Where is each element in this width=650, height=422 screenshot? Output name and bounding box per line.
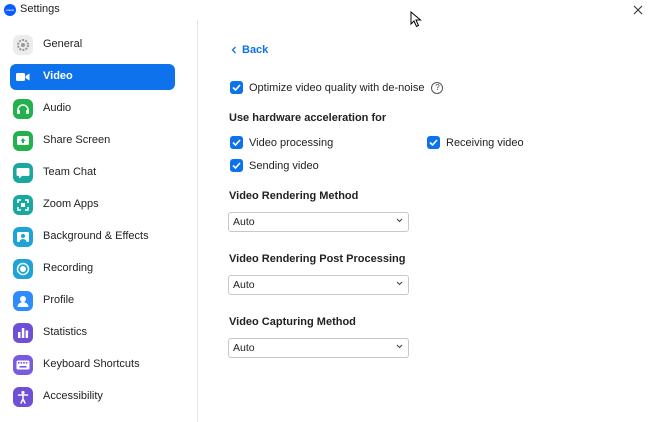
denoise-label: Optimize video quality with de-noise: [249, 81, 425, 94]
keyboard-icon: [13, 355, 33, 375]
sidebar-item-label: Recording: [43, 262, 94, 274]
sidebar-item-label: Statistics: [43, 326, 88, 338]
sidebar-item-label: Team Chat: [43, 166, 97, 178]
hw-accel-title: Use hardware acceleration for: [229, 112, 387, 124]
post-processing-select[interactable]: Auto: [228, 275, 409, 295]
sidebar-item-general[interactable]: General: [10, 32, 175, 58]
chat-bubble-icon: [13, 163, 33, 183]
sidebar-item-label: Zoom Apps: [43, 198, 99, 210]
sidebar-item-zoom-apps[interactable]: Zoom Apps: [10, 192, 175, 218]
chevron-down-icon: [396, 281, 403, 286]
checkmark-icon: [232, 139, 241, 146]
video-processing-option: Video processing: [230, 136, 333, 149]
sending-video-option: Sending video: [230, 159, 319, 172]
checkmark-icon: [429, 139, 438, 146]
bar-chart-icon: [13, 323, 33, 343]
sending-video-label: Sending video: [249, 159, 319, 172]
sidebar-item-label: Accessibility: [43, 390, 103, 402]
rendering-method-select[interactable]: Auto: [228, 212, 409, 232]
chevron-left-icon: [231, 46, 236, 54]
sidebar-item-accessibility[interactable]: Accessibility: [10, 384, 175, 410]
video-camera-icon: [13, 67, 33, 87]
sidebar-item-recording[interactable]: Recording: [10, 256, 175, 282]
sidebar-item-label: Background & Effects: [43, 230, 149, 242]
rendering-method-title: Video Rendering Method: [229, 190, 359, 202]
sending-video-checkbox[interactable]: [230, 159, 243, 172]
sidebar: General Video Audio Share Screen Team Ch…: [0, 20, 198, 422]
sidebar-item-keyboard-shortcuts[interactable]: Keyboard Shortcuts: [10, 352, 175, 378]
sidebar-item-label: Profile: [43, 294, 75, 306]
window-title: Settings: [20, 3, 60, 15]
background-icon: [13, 227, 33, 247]
sidebar-item-statistics[interactable]: Statistics: [10, 320, 175, 346]
checkmark-icon: [232, 162, 241, 169]
sidebar-item-label: Audio: [43, 102, 72, 114]
help-icon[interactable]: ?: [431, 81, 444, 94]
title-bar: zoom Settings: [0, 0, 650, 20]
denoise-checkbox[interactable]: [230, 81, 243, 94]
post-processing-title: Video Rendering Post Processing: [229, 253, 406, 265]
sidebar-item-label: Share Screen: [43, 134, 111, 146]
receiving-video-label: Receiving video: [446, 136, 524, 149]
checkmark-icon: [232, 84, 241, 91]
person-icon: [13, 291, 33, 311]
sidebar-item-label: Keyboard Shortcuts: [43, 358, 140, 370]
sidebar-item-video[interactable]: Video: [10, 64, 175, 90]
sidebar-item-background-effects[interactable]: Background & Effects: [10, 224, 175, 250]
gear-icon: [13, 35, 33, 55]
apps-icon: [13, 195, 33, 215]
sidebar-item-share-screen[interactable]: Share Screen: [10, 128, 175, 154]
headphones-icon: [13, 99, 33, 119]
accessibility-icon: [13, 387, 33, 407]
record-icon: [13, 259, 33, 279]
sidebar-item-team-chat[interactable]: Team Chat: [10, 160, 175, 186]
back-label: Back: [242, 44, 269, 56]
sidebar-item-label: Video: [43, 70, 73, 82]
receiving-video-option: Receiving video: [427, 136, 524, 149]
sidebar-item-label: General: [43, 38, 83, 50]
video-processing-label: Video processing: [249, 136, 334, 149]
back-link[interactable]: Back: [231, 44, 268, 56]
zoom-logo-icon: zoom: [4, 4, 16, 16]
sidebar-item-profile[interactable]: Profile: [10, 288, 175, 314]
close-icon: [633, 5, 643, 15]
capturing-method-select[interactable]: Auto: [228, 338, 409, 358]
capturing-method-title: Video Capturing Method: [229, 316, 356, 328]
chevron-down-icon: [396, 344, 403, 349]
sidebar-item-audio[interactable]: Audio: [10, 96, 175, 122]
chevron-down-icon: [396, 218, 403, 223]
select-value: Auto: [233, 279, 255, 291]
receiving-video-checkbox[interactable]: [427, 136, 440, 149]
select-value: Auto: [233, 216, 255, 228]
denoise-option: Optimize video quality with de-noise ?: [230, 81, 444, 94]
video-processing-checkbox[interactable]: [230, 136, 243, 149]
video-settings-panel: Back Optimize video quality with de-nois…: [199, 20, 650, 422]
close-button[interactable]: [628, 0, 648, 20]
select-value: Auto: [233, 342, 255, 354]
share-screen-icon: [13, 131, 33, 151]
